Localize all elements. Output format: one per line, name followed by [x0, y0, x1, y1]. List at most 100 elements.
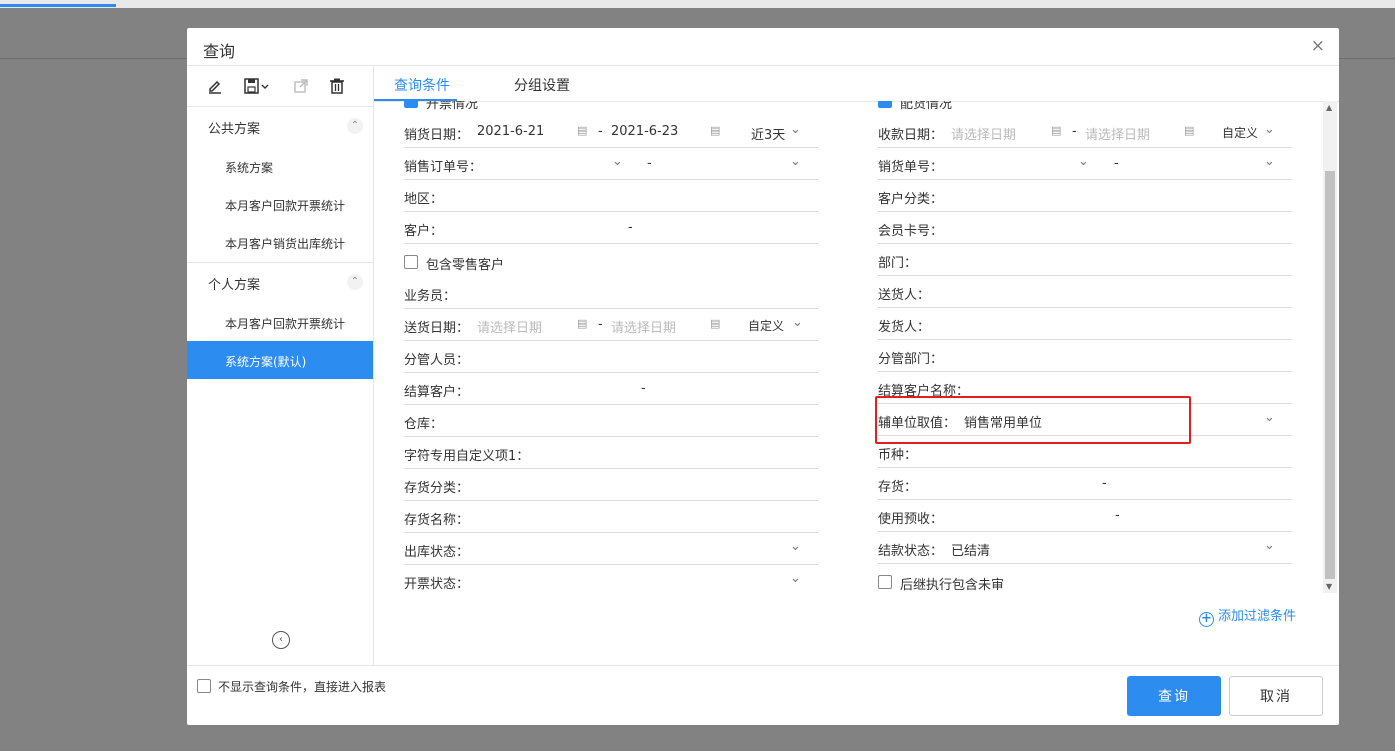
section-divider — [187, 262, 373, 263]
query-button[interactable]: 查询 — [1127, 676, 1221, 716]
checkbox-checked[interactable] — [878, 101, 892, 108]
invoice-situation-checkbox[interactable]: 开票情况 — [404, 101, 604, 113]
receipt-date-start[interactable]: 请选择日期 — [951, 124, 1016, 143]
chevron-down-icon[interactable]: ⌄ — [790, 122, 801, 137]
calendar-icon[interactable]: ▤ — [710, 124, 720, 137]
toolbar-divider — [187, 106, 373, 107]
chevron-down-icon[interactable]: ⌄ — [612, 154, 623, 169]
delivery-date-range-select[interactable]: 自定义 — [748, 317, 784, 334]
add-filter-link[interactable]: + 添加过滤条件 — [1199, 605, 1296, 627]
receipt-date-range-select[interactable]: 自定义 — [1222, 124, 1258, 141]
manager-field[interactable]: 分管人员： — [404, 341, 818, 373]
collapse-sidebar-icon[interactable]: ‹ — [272, 631, 290, 649]
region-field[interactable]: 地区： — [404, 180, 818, 212]
allocation-situation-checkbox[interactable]: 配货情况 — [878, 101, 1078, 113]
export-icon[interactable] — [288, 75, 314, 97]
checkbox-checked[interactable] — [404, 101, 418, 108]
chevron-down-icon[interactable]: ⌄ — [790, 154, 801, 169]
content-scrollbar[interactable]: ▲ ▼ — [1323, 101, 1337, 593]
sale-date-end[interactable]: 2021-6-23 — [611, 124, 678, 139]
scroll-down-icon[interactable]: ▼ — [1326, 582, 1332, 591]
close-icon[interactable]: × — [1311, 36, 1325, 56]
scroll-up-icon[interactable]: ▲ — [1326, 103, 1332, 112]
salesman-field[interactable]: 业务员： — [404, 277, 818, 309]
inventory-field[interactable]: 存货： - — [878, 468, 1292, 500]
prepay-field[interactable]: 使用预收： - — [878, 500, 1292, 532]
calendar-icon[interactable]: ▤ — [710, 317, 720, 330]
top-bar — [0, 0, 1395, 8]
settle-status-value[interactable]: 已结清 — [951, 540, 990, 559]
member-card-field[interactable]: 会员卡号： — [878, 212, 1292, 244]
chevron-down-icon[interactable]: ⌄ — [790, 571, 801, 586]
scheme-item-system-default[interactable]: 系统方案(默认) — [187, 341, 373, 379]
warehouse-field[interactable]: 仓库： — [404, 405, 818, 437]
inventory-name-field[interactable]: 存货名称： — [404, 501, 818, 533]
delivery-date-start[interactable]: 请选择日期 — [477, 317, 542, 336]
chevron-down-icon[interactable]: ⌄ — [1264, 154, 1275, 169]
chevron-down-icon[interactable]: ⌄ — [1264, 538, 1275, 553]
checkbox[interactable] — [404, 255, 418, 269]
dept-field[interactable]: 部门： — [878, 244, 1292, 276]
deliverer-field[interactable]: 送货人： — [878, 276, 1292, 308]
tab-query-conditions[interactable]: 查询条件 — [394, 75, 450, 95]
query-conditions-panel: 开票情况 销货日期： 2021-6-21 ▤ - 2021-6-23 ▤ 近3天… — [374, 101, 1339, 593]
invoice-status-field[interactable]: 开票状态： ⌄ — [404, 565, 818, 593]
settle-customer-field[interactable]: 结算客户： - — [404, 373, 818, 405]
chevron-down-icon[interactable]: ⌄ — [792, 315, 803, 330]
include-retail-checkbox[interactable]: 包含零售客户 — [404, 252, 604, 274]
public-scheme-title: 公共方案 — [208, 122, 261, 137]
aux-unit-value[interactable]: 销售常用单位 — [964, 412, 1042, 431]
settle-status-select[interactable]: 结款状态： 已结清 ⌄ — [878, 532, 1292, 564]
shipper-field[interactable]: 发货人： — [878, 308, 1292, 340]
manage-dept-field[interactable]: 分管部门： — [878, 340, 1292, 372]
outbound-status-field[interactable]: 出库状态： ⌄ — [404, 533, 818, 565]
calendar-icon[interactable]: ▤ — [577, 124, 587, 137]
delivery-date-end[interactable]: 请选择日期 — [611, 317, 676, 336]
sale-date-range-select[interactable]: 近3天 — [751, 124, 785, 143]
scheme-sidebar: 公共方案 ⌃ 系统方案 本月客户回款开票统计 本月客户销货出库统计 个人方案 ⌃… — [187, 65, 374, 665]
scheme-item-system[interactable]: 系统方案 — [187, 147, 373, 185]
checkbox[interactable] — [197, 679, 211, 693]
chevron-down-icon[interactable]: ⌄ — [1078, 154, 1089, 169]
chevron-down-icon[interactable]: ⌄ — [790, 539, 801, 554]
calendar-icon[interactable]: ▤ — [1051, 124, 1061, 137]
sale-order-field[interactable]: 销售订单号： ⌄ - ⌄ — [404, 148, 818, 180]
loading-progress — [0, 4, 116, 7]
plus-circle-icon: + — [1199, 612, 1214, 627]
receipt-date-end[interactable]: 请选择日期 — [1085, 124, 1150, 143]
include-unaudited-checkbox[interactable]: 后继执行包含未审 — [878, 572, 1078, 593]
delivery-date-field[interactable]: 送货日期： 请选择日期 ▤ - 请选择日期 ▤ 自定义 ⌄ — [404, 309, 818, 341]
public-scheme-header[interactable]: 公共方案 ⌃ — [187, 108, 373, 144]
chevron-down-icon[interactable]: ⌄ — [1264, 122, 1275, 137]
sale-date-start[interactable]: 2021-6-21 — [477, 124, 544, 139]
receipt-date-field[interactable]: 收款日期： 请选择日期 ▤ - 请选择日期 ▤ 自定义 ⌄ — [878, 116, 1292, 148]
aux-unit-select[interactable]: 辅单位取值： 销售常用单位 ⌄ — [878, 404, 1292, 436]
currency-field[interactable]: 币种： — [878, 436, 1292, 468]
custom-item-field[interactable]: 字符专用自定义项1： — [404, 437, 818, 469]
scrollbar-thumb[interactable] — [1325, 171, 1335, 579]
scheme-item-personal-receipt[interactable]: 本月客户回款开票统计 — [187, 303, 373, 341]
footer-divider — [187, 665, 1339, 666]
dialog-title: 查询 — [203, 42, 236, 61]
chevron-up-icon[interactable]: ⌃ — [347, 118, 363, 134]
customer-class-field[interactable]: 客户分类： — [878, 180, 1292, 212]
sale-no-field[interactable]: 销货单号： ⌄ - ⌄ — [878, 148, 1292, 180]
scheme-item-monthly-receipt[interactable]: 本月客户回款开票统计 — [187, 185, 373, 223]
settle-customer-name-field[interactable]: 结算客户名称： — [878, 372, 1292, 404]
personal-scheme-title: 个人方案 — [208, 278, 261, 293]
chevron-up-icon[interactable]: ⌃ — [347, 274, 363, 290]
calendar-icon[interactable]: ▤ — [1184, 124, 1194, 137]
calendar-icon[interactable]: ▤ — [577, 317, 587, 330]
scheme-item-monthly-sales[interactable]: 本月客户销货出库统计 — [187, 223, 373, 261]
personal-scheme-header[interactable]: 个人方案 ⌃ — [187, 264, 373, 300]
sale-date-field[interactable]: 销货日期： 2021-6-21 ▤ - 2021-6-23 ▤ 近3天 ⌄ — [404, 116, 818, 148]
chevron-down-icon[interactable]: ⌄ — [1264, 410, 1275, 425]
delete-icon[interactable] — [324, 75, 350, 97]
save-icon[interactable] — [241, 75, 273, 97]
checkbox[interactable] — [878, 575, 892, 589]
inventory-class-field[interactable]: 存货分类： — [404, 469, 818, 501]
cancel-button[interactable]: 取消 — [1229, 676, 1323, 716]
tab-group-settings[interactable]: 分组设置 — [514, 75, 570, 95]
customer-field[interactable]: 客户： - — [404, 212, 818, 244]
edit-icon[interactable] — [202, 75, 228, 97]
